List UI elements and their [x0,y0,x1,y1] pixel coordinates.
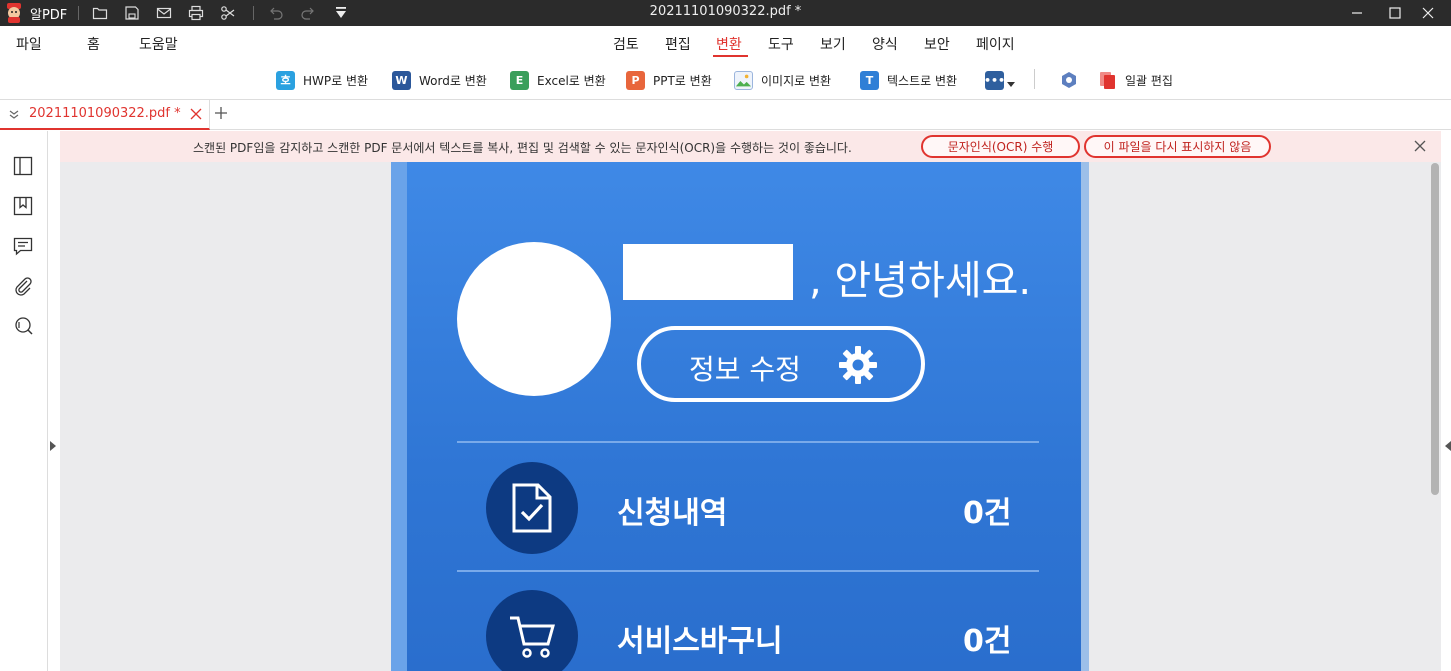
expand-right-panel-icon[interactable] [1445,441,1451,451]
vertical-scrollbar[interactable] [1431,163,1439,495]
chevron-double-down-icon[interactable] [8,108,20,120]
expand-left-panel-icon[interactable] [50,441,56,451]
convert-to-excel-button[interactable]: E Excel로 변환 [510,69,606,91]
scissors-icon[interactable] [220,5,236,21]
left-sidebar [0,131,48,671]
menu-review[interactable]: 검토 [613,34,639,54]
profile-avatar [457,242,611,396]
settings-button[interactable] [1060,69,1078,91]
application-history-icon-circle [486,462,578,554]
search-icon[interactable] [12,315,34,337]
convert-to-image-button[interactable]: 이미지로 변환 [734,69,831,91]
gear-icon [839,346,877,384]
menu-convert[interactable]: 변환 [716,34,742,54]
section-divider [457,441,1039,443]
attachment-icon[interactable] [12,275,34,297]
shopping-cart-icon [510,616,555,658]
menu-view[interactable]: 보기 [820,34,846,54]
convert-to-excel-label: Excel로 변환 [537,73,606,88]
redacted-name [623,244,793,300]
close-tab-icon[interactable] [190,108,202,120]
run-ocr-button[interactable]: 문자인식(OCR) 수행 [921,135,1080,158]
section-divider [457,570,1039,572]
title-bar: 알PDF 20211101090322.pdf * [0,0,1451,26]
print-icon[interactable] [188,5,204,21]
convert-to-image-label: 이미지로 변환 [761,73,832,88]
bookmark-icon[interactable] [12,195,34,217]
document-tab-bar: 20211101090322.pdf * [0,100,1451,130]
menu-tools[interactable]: 도구 [768,34,794,54]
toolbar-separator [1034,69,1035,89]
undo-icon[interactable] [268,5,284,21]
menu-edit[interactable]: 편집 [665,34,691,54]
batch-edit-label: 일괄 편집 [1125,73,1173,88]
new-tab-icon[interactable] [214,106,228,120]
document-tab-label: 20211101090322.pdf * [29,106,181,121]
batch-edit-icon [1098,71,1117,90]
document-tab[interactable]: 20211101090322.pdf * [0,100,210,130]
close-notification-icon[interactable] [1414,140,1426,152]
image-icon [734,70,753,90]
convert-to-ppt-button[interactable]: P PPT로 변환 [626,69,712,91]
email-icon[interactable] [156,5,172,21]
app-name: 알PDF [30,8,68,23]
document-page: , 안녕하세요. 정보 수정 신청내역 0건 서비스바구니 0건 [391,162,1089,671]
ppt-icon: P [626,70,645,90]
hwp-icon: 호 [276,70,295,90]
menu-form[interactable]: 양식 [872,34,898,54]
convert-to-word-button[interactable]: W Word로 변환 [392,69,487,91]
window-title: 20211101090322.pdf * [649,4,802,19]
service-cart-icon-circle [486,590,578,671]
service-cart-label: 서비스바구니 [617,624,783,659]
edit-profile-button: 정보 수정 [637,326,925,402]
title-separator [253,6,254,20]
word-icon: W [392,70,411,90]
save-icon[interactable] [124,5,140,21]
more-convert-button[interactable]: ••• [984,69,1015,91]
ocr-notification-bar: 스캔된 PDF임을 감지하고 스캔한 PDF 문서에서 텍스트를 복사, 편집 … [60,131,1441,162]
page-edge [1081,162,1089,671]
application-history-label: 신청내역 [617,496,728,531]
menu-file[interactable]: 파일 [16,34,42,54]
service-cart-count: 0건 [963,624,1012,659]
menu-home[interactable]: 홈 [87,34,100,54]
text-icon: T [860,70,879,90]
convert-to-hwp-label: HWP로 변환 [303,73,369,88]
menu-security[interactable]: 보안 [924,34,950,54]
application-history-count: 0건 [963,496,1012,531]
app-logo-icon [7,3,21,23]
menu-page[interactable]: 페이지 [976,34,1015,54]
do-not-show-again-button[interactable]: 이 파일을 다시 표시하지 않음 [1084,135,1271,158]
comment-icon[interactable] [12,235,34,257]
convert-to-ppt-label: PPT로 변환 [653,73,712,88]
convert-to-word-label: Word로 변환 [419,73,487,88]
convert-to-hwp-button[interactable]: 호 HWP로 변환 [276,69,368,91]
chevron-down-icon [1007,82,1015,87]
menu-help[interactable]: 도움말 [139,34,178,54]
convert-to-text-label: 텍스트로 변환 [887,73,958,88]
redo-icon[interactable] [300,5,316,21]
thumbnail-panel-icon[interactable] [12,155,34,177]
excel-icon: E [510,70,529,90]
menu-bar: 파일 홈 도움말 검토 편집 변환 도구 보기 양식 보안 페이지 [0,26,1451,60]
close-window-button[interactable] [1405,0,1451,26]
title-separator [78,6,79,20]
batch-edit-button[interactable]: 일괄 편집 [1098,69,1173,91]
more-icon: ••• [984,70,1005,90]
document-check-icon [512,483,552,533]
edit-profile-label: 정보 수정 [689,353,801,386]
ocr-notification-message: 스캔된 PDF임을 감지하고 스캔한 PDF 문서에서 텍스트를 복사, 편집 … [193,141,852,155]
convert-toolbar: 호 HWP로 변환 W Word로 변환 E Excel로 변환 P PPT로 … [0,60,1451,100]
convert-to-text-button[interactable]: T 텍스트로 변환 [860,69,957,91]
open-folder-icon[interactable] [92,5,108,21]
page-edge [391,162,407,671]
greeting-text: , 안녕하세요. [809,258,1032,304]
quick-access-dropdown-icon[interactable] [333,5,349,21]
hexagon-settings-icon [1062,72,1076,88]
active-menu-indicator [713,55,748,57]
